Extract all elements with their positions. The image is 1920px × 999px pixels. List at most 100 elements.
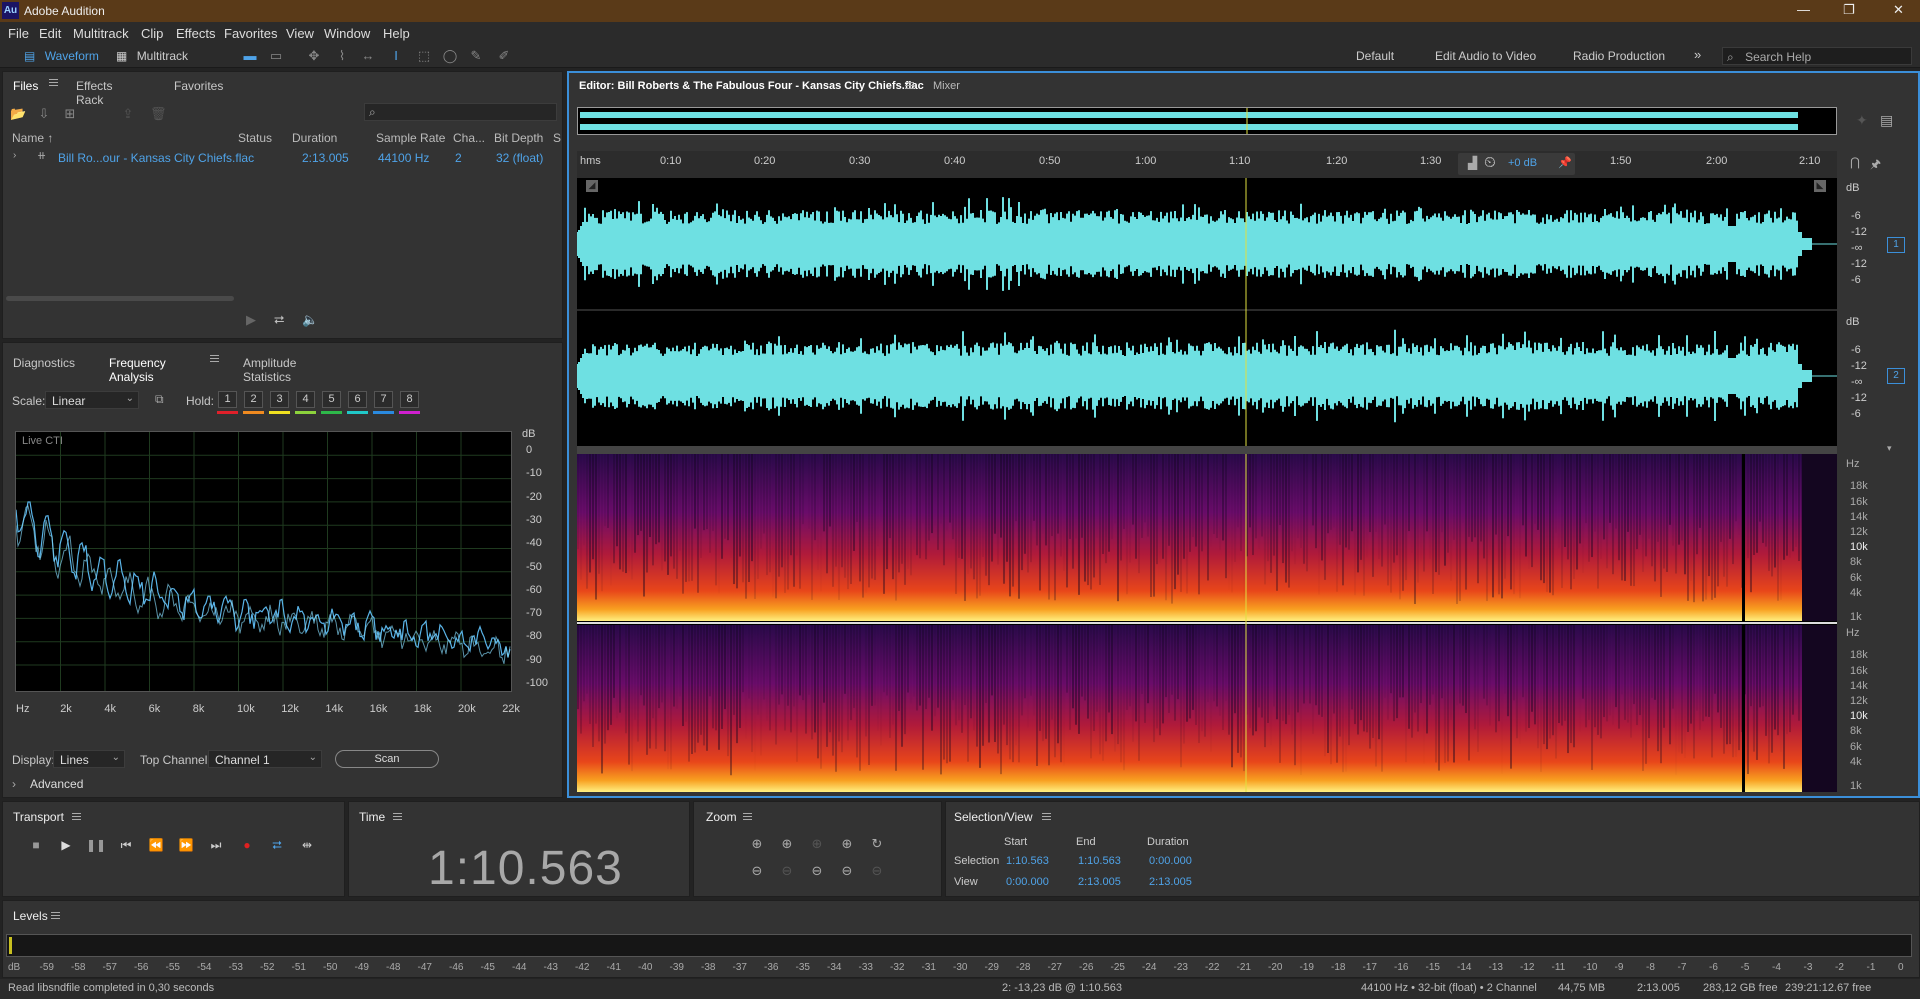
- next-icon[interactable]: ⏭: [206, 838, 226, 856]
- brush-tool-icon[interactable]: ✎: [468, 48, 484, 64]
- selection-view-menu-icon[interactable]: [1036, 810, 1051, 824]
- hold-button-3[interactable]: 3: [270, 391, 289, 408]
- multitrack-view-button[interactable]: ▦ Multitrack: [110, 47, 194, 65]
- close-icon[interactable]: ✕: [1893, 2, 1904, 18]
- sv-selection-end[interactable]: 1:10.563: [1078, 855, 1121, 867]
- transport-menu-icon[interactable]: [66, 810, 81, 824]
- rewind-icon[interactable]: ⏪: [146, 838, 166, 856]
- menu-favorites[interactable]: Favorites: [224, 26, 277, 41]
- hold-button-6[interactable]: 6: [348, 391, 367, 408]
- more-workspaces-button[interactable]: »: [1694, 47, 1701, 62]
- menu-window[interactable]: Window: [324, 26, 370, 41]
- panel-options-icon[interactable]: ▤: [1880, 112, 1893, 129]
- waveform-overview[interactable]: [577, 107, 1837, 135]
- razor-tool-icon[interactable]: ⌇: [334, 48, 350, 64]
- col-status[interactable]: Status: [238, 131, 272, 145]
- menu-file[interactable]: File: [8, 26, 29, 41]
- marquee-tool-icon[interactable]: ⬚: [416, 48, 432, 64]
- hold-button-7[interactable]: 7: [374, 391, 393, 408]
- col-source-format[interactable]: S: [553, 131, 561, 145]
- time-menu-icon[interactable]: [387, 810, 402, 824]
- spot-healing-icon[interactable]: ✐: [496, 48, 512, 64]
- zoom-out-full-icon[interactable]: ✦: [1856, 112, 1868, 129]
- workspace-edit-audio-to-video[interactable]: Edit Audio to Video: [1435, 49, 1536, 63]
- fast-forward-icon[interactable]: ⏩: [176, 838, 196, 856]
- view-splitter[interactable]: [577, 446, 1837, 454]
- restore-icon[interactable]: ❐: [1843, 2, 1855, 18]
- collapse-ch-icon[interactable]: ◢: [586, 180, 598, 192]
- workspace-radio-production[interactable]: Radio Production: [1573, 49, 1665, 63]
- tab-effects-rack[interactable]: Effects Rack: [76, 79, 112, 107]
- marker-icon[interactable]: 🖈: [1870, 155, 1881, 176]
- zoom-out-right-icon[interactable]: ⊖: [836, 863, 858, 883]
- time-display[interactable]: 1:10.563: [428, 841, 623, 896]
- spectral-display[interactable]: [577, 454, 1837, 792]
- hold-button-2[interactable]: 2: [244, 391, 263, 408]
- menu-view[interactable]: View: [286, 26, 314, 41]
- scale-select[interactable]: Linear ⌄: [45, 391, 139, 409]
- zoom-out-time-icon[interactable]: ⊖: [806, 863, 828, 883]
- menu-multitrack[interactable]: Multitrack: [73, 26, 129, 41]
- spectral-display-icon[interactable]: ▭: [268, 48, 284, 64]
- editor-menu-icon[interactable]: [899, 79, 914, 93]
- expand-ch-icon[interactable]: ◣: [1814, 180, 1826, 192]
- zoom-out-all-icon[interactable]: ⊖: [866, 863, 888, 883]
- snap-icon[interactable]: ⋂: [1850, 155, 1860, 169]
- time-selection-tool-icon[interactable]: I: [388, 48, 404, 64]
- zoom-selection-icon[interactable]: ⊕: [806, 836, 828, 856]
- loop-icon[interactable]: ⮂: [267, 838, 287, 856]
- slip-tool-icon[interactable]: ↔: [360, 48, 376, 64]
- col-bit-depth[interactable]: Bit Depth: [494, 131, 543, 145]
- previous-icon[interactable]: ⏮: [116, 838, 136, 856]
- levels-menu-icon[interactable]: [45, 909, 60, 923]
- sv-selection-duration[interactable]: 0:00.000: [1149, 855, 1192, 867]
- tab-mixer[interactable]: Mixer: [933, 80, 960, 92]
- search-help-field[interactable]: ⌕ Search Help: [1722, 47, 1912, 65]
- files-scrollbar[interactable]: [6, 296, 234, 301]
- splitter-chevron-icon[interactable]: ▾: [1887, 443, 1892, 454]
- zoom-out-full-time-icon[interactable]: ⊖: [776, 863, 798, 883]
- menu-effects[interactable]: Effects: [176, 26, 216, 41]
- scan-button[interactable]: Scan: [335, 750, 439, 768]
- hud-volume[interactable]: ▟ ⏲ +0 dB 📌: [1458, 153, 1575, 175]
- move-tool-icon[interactable]: ✥: [306, 48, 322, 64]
- zoom-menu-icon[interactable]: [737, 810, 752, 824]
- advanced-chevron-icon[interactable]: ›: [12, 777, 16, 791]
- menu-help[interactable]: Help: [383, 26, 410, 41]
- zoom-in-left-icon[interactable]: ⊕: [836, 836, 858, 856]
- editor-tab[interactable]: Editor: Bill Roberts & The Fabulous Four…: [579, 80, 924, 92]
- hold-button-4[interactable]: 4: [296, 391, 315, 408]
- col-name[interactable]: Name ↑: [12, 131, 53, 145]
- insert-multitrack-icon[interactable]: ⇪: [120, 106, 136, 122]
- hold-button-1[interactable]: 1: [218, 391, 237, 408]
- loop-preview-icon[interactable]: ⮂: [274, 312, 284, 328]
- hold-button-5[interactable]: 5: [322, 391, 341, 408]
- copy-graph-icon[interactable]: ⧉: [155, 392, 164, 407]
- zoom-in-amplitude-icon[interactable]: ⊕: [746, 836, 768, 856]
- waveform-display[interactable]: [576, 178, 1837, 446]
- menu-edit[interactable]: Edit: [39, 26, 61, 41]
- frequency-graph[interactable]: Live CTI: [15, 431, 512, 692]
- hold-button-8[interactable]: 8: [400, 391, 419, 408]
- import-file-icon[interactable]: ⇩: [36, 106, 52, 122]
- tab-diagnostics[interactable]: Diagnostics: [13, 356, 75, 370]
- skip-selection-icon[interactable]: ⇹: [297, 838, 317, 856]
- sv-selection-start[interactable]: 1:10.563: [1006, 855, 1049, 867]
- col-sample-rate[interactable]: Sample Rate: [376, 131, 445, 145]
- play-preview-icon[interactable]: ▶: [246, 312, 256, 328]
- sv-view-end[interactable]: 2:13.005: [1078, 876, 1121, 888]
- top-channel-select[interactable]: Channel 1 ⌄: [208, 750, 322, 768]
- hud-pin-icon[interactable]: 📌: [1558, 156, 1572, 169]
- zoom-reset-icon[interactable]: ↻: [866, 836, 888, 856]
- advanced-toggle[interactable]: Advanced: [30, 777, 83, 791]
- play-icon[interactable]: ▶: [56, 838, 76, 856]
- zoom-in-time-icon[interactable]: ⊕: [776, 836, 798, 856]
- sv-view-duration[interactable]: 2:13.005: [1149, 876, 1192, 888]
- channel-1-badge[interactable]: 1: [1887, 237, 1905, 253]
- lasso-tool-icon[interactable]: ◯: [442, 48, 458, 64]
- volume-knob-icon[interactable]: ⏲: [1484, 154, 1496, 171]
- col-channels[interactable]: Cha...: [453, 131, 485, 145]
- level-meter[interactable]: [6, 934, 1912, 957]
- channel-2-badge[interactable]: 2: [1887, 368, 1905, 384]
- expand-chevron-icon[interactable]: ›: [13, 150, 16, 161]
